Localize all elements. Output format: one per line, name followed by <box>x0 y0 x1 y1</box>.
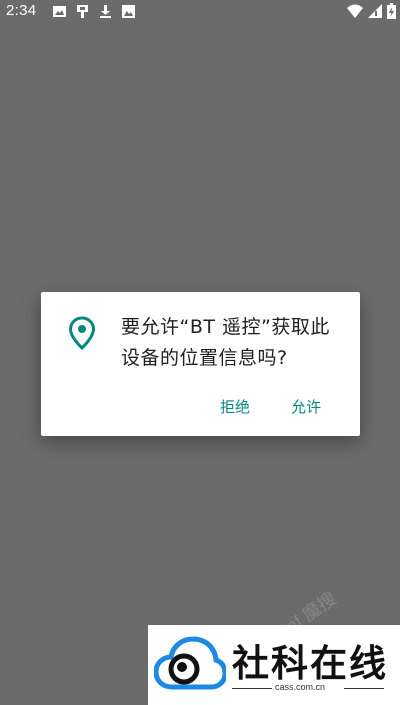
watermark-domain: cass.com.cn <box>275 682 326 692</box>
allow-button[interactable]: 允许 <box>291 396 321 417</box>
wifi-icon <box>347 4 363 23</box>
status-bar: 2:34 <box>0 0 400 24</box>
cloud-eye-logo-icon <box>153 635 228 695</box>
download-icon <box>98 4 113 19</box>
photo-icon <box>121 4 136 19</box>
deny-button[interactable]: 拒绝 <box>220 396 250 417</box>
image-icon <box>52 4 67 19</box>
system-icons <box>342 3 396 24</box>
notification-icons <box>52 4 144 19</box>
divider-left <box>232 688 272 689</box>
divider-right <box>344 688 384 689</box>
watermark-title: 社科在线 <box>232 642 388 685</box>
usb-icon <box>75 4 90 19</box>
battery-icon <box>387 3 396 24</box>
location-pin-icon <box>68 316 96 351</box>
dialog-message: 要允许“BT 遥控”获取此设备的位置信息吗? <box>121 316 330 369</box>
permission-dialog: 要允许“BT 遥控”获取此设备的位置信息吗? 拒绝 允许 <box>41 292 360 436</box>
signal-icon <box>368 4 382 23</box>
status-time: 2:34 <box>6 2 37 19</box>
site-watermark: 社科在线 cass.com.cn <box>148 625 400 705</box>
